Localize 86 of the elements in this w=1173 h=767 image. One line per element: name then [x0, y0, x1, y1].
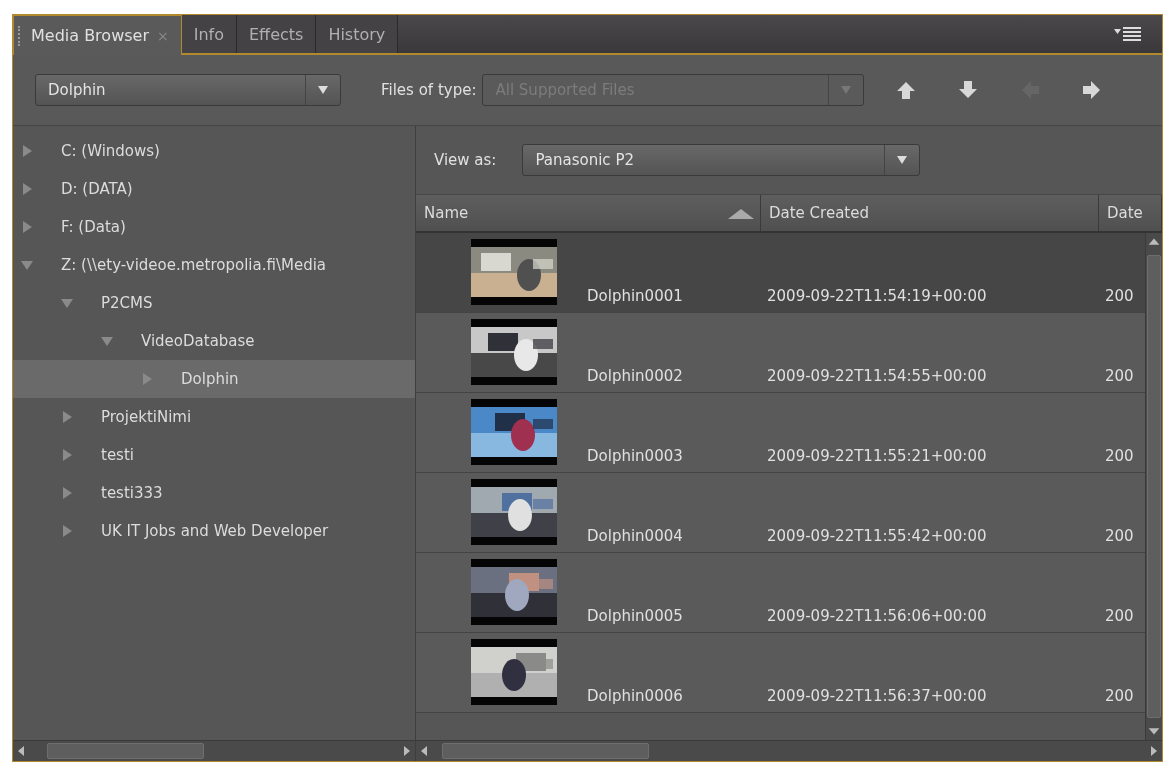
date-created: 2009-09-22T11:55:21+00:00 [766, 447, 987, 467]
tree-label: testi [101, 446, 134, 464]
gripper-icon[interactable] [18, 25, 23, 46]
tree-item[interactable]: C: (Windows) [13, 132, 415, 170]
tree-item[interactable]: Z: (\\ety-videoe.metropolia.fi\Media [13, 246, 415, 284]
files-of-type-label: Files of type: [381, 81, 477, 99]
caret-icon [840, 85, 853, 95]
tree-label: P2CMS [101, 294, 153, 312]
table-cell-text: 200 [1104, 607, 1134, 627]
expanded-triangle-icon[interactable] [101, 335, 113, 347]
table-cell-text: 200 [1104, 527, 1134, 547]
column-header[interactable]: Name [416, 195, 761, 231]
tree-item[interactable]: UK IT Jobs and Web Developer [13, 512, 415, 550]
collapsed-triangle-icon[interactable] [21, 183, 33, 195]
clip-name: Dolphin0001 [587, 287, 683, 305]
caret-icon [317, 85, 329, 95]
table-cell-text: 200 [1104, 447, 1134, 467]
collapsed-triangle-icon[interactable] [61, 449, 73, 461]
table-cell-text: 200 [1104, 367, 1134, 387]
collapsed-triangle-icon[interactable] [21, 145, 33, 157]
panel-menu-icon[interactable] [1114, 26, 1144, 42]
tab[interactable]: Effects [237, 15, 317, 53]
tree-item[interactable]: testi333 [13, 474, 415, 512]
tab[interactable]: History [316, 15, 399, 53]
scroll-thumb[interactable] [1147, 255, 1161, 718]
clip-name: Dolphin0005 [587, 607, 683, 625]
collapsed-triangle-icon[interactable] [21, 221, 33, 233]
clip-row[interactable]: Dolphin0003 2009-09-22T11:55:21+00:00 200 [416, 393, 1145, 473]
date-created: 2009-09-22T11:56:37+00:00 [766, 687, 987, 707]
clip-row[interactable]: Dolphin0006 2009-09-22T11:56:37+00:00 200 [416, 633, 1145, 713]
collapsed-triangle-icon[interactable] [61, 525, 73, 537]
table-cell-text: 200 [1104, 687, 1134, 707]
column-header[interactable]: Date Created [761, 195, 1099, 231]
tree-label: testi333 [101, 484, 163, 502]
tab-label: Media Browser [31, 26, 149, 45]
clip-row[interactable]: Dolphin0001 2009-09-22T11:54:19+00:00 200 [416, 233, 1145, 313]
tree-item[interactable]: ProjektiNimi [13, 398, 415, 436]
tree-label: C: (Windows) [61, 142, 160, 160]
clip-name: Dolphin0002 [587, 367, 683, 385]
tree-item[interactable]: D: (DATA) [13, 170, 415, 208]
scroll-thumb[interactable] [442, 743, 649, 759]
tree-item[interactable]: P2CMS [13, 284, 415, 322]
collapsed-triangle-icon[interactable] [141, 373, 153, 385]
tree-label: UK IT Jobs and Web Developer [101, 522, 329, 540]
arrow-up-icon [896, 80, 917, 100]
caret-icon [896, 155, 909, 165]
date-created: 2009-09-22T11:54:55+00:00 [766, 367, 987, 387]
tree-item[interactable]: testi [13, 436, 415, 474]
collapsed-triangle-icon[interactable] [61, 411, 73, 423]
clip-name: Dolphin0003 [587, 447, 683, 465]
tree-label: ProjektiNimi [101, 408, 192, 426]
clip-row[interactable]: Dolphin0004 2009-09-22T11:55:42+00:00 200 [416, 473, 1145, 553]
clip-name: Dolphin0004 [587, 527, 683, 545]
expanded-triangle-icon[interactable] [21, 259, 33, 271]
tab-label: Effects [249, 24, 304, 44]
date-created: 2009-09-22T11:55:42+00:00 [766, 527, 987, 547]
horizontal-scrollbar[interactable] [416, 740, 1162, 761]
date-created: 2009-09-22T11:56:06+00:00 [766, 607, 987, 627]
clip-name: Dolphin0006 [587, 687, 683, 705]
clip-row[interactable]: Dolphin0005 2009-09-22T11:56:06+00:00 200 [416, 553, 1145, 633]
table-cell-text: 200 [1104, 287, 1134, 307]
vertical-scrollbar[interactable] [1145, 233, 1162, 740]
view-as-dropdown[interactable]: Panasonic P2 [522, 144, 921, 176]
horizontal-scrollbar[interactable] [13, 740, 415, 761]
arrow-right-icon [1082, 80, 1103, 100]
expanded-triangle-icon[interactable] [61, 297, 73, 309]
tab[interactable]: Info [181, 15, 237, 53]
tree-item[interactable]: Dolphin [13, 360, 415, 398]
clip-row[interactable]: Dolphin0002 2009-09-22T11:54:55+00:00 200 [416, 313, 1145, 393]
column-header[interactable]: Date [1099, 195, 1162, 231]
tree-label: D: (DATA) [61, 180, 133, 198]
scroll-thumb[interactable] [47, 743, 204, 759]
tree-item[interactable]: VideoDatabase [13, 322, 415, 360]
tree-label: F: (Data) [61, 218, 126, 236]
tree-label: Dolphin [181, 370, 239, 388]
tab-label: History [328, 24, 386, 44]
collapsed-triangle-icon[interactable] [61, 487, 73, 499]
tree-label: VideoDatabase [141, 332, 255, 350]
location-dropdown[interactable]: Dolphin [35, 74, 341, 106]
tree-item[interactable]: F: (Data) [13, 208, 415, 246]
tab[interactable]: Media Browser × [13, 15, 182, 55]
arrow-down-icon [958, 80, 979, 100]
tab-label: Info [193, 24, 224, 44]
date-created: 2009-09-22T11:54:19+00:00 [766, 287, 987, 307]
tree-label: Z: (\\ety-videoe.metropolia.fi\Media [61, 256, 327, 274]
view-as-label: View as: [434, 151, 497, 169]
